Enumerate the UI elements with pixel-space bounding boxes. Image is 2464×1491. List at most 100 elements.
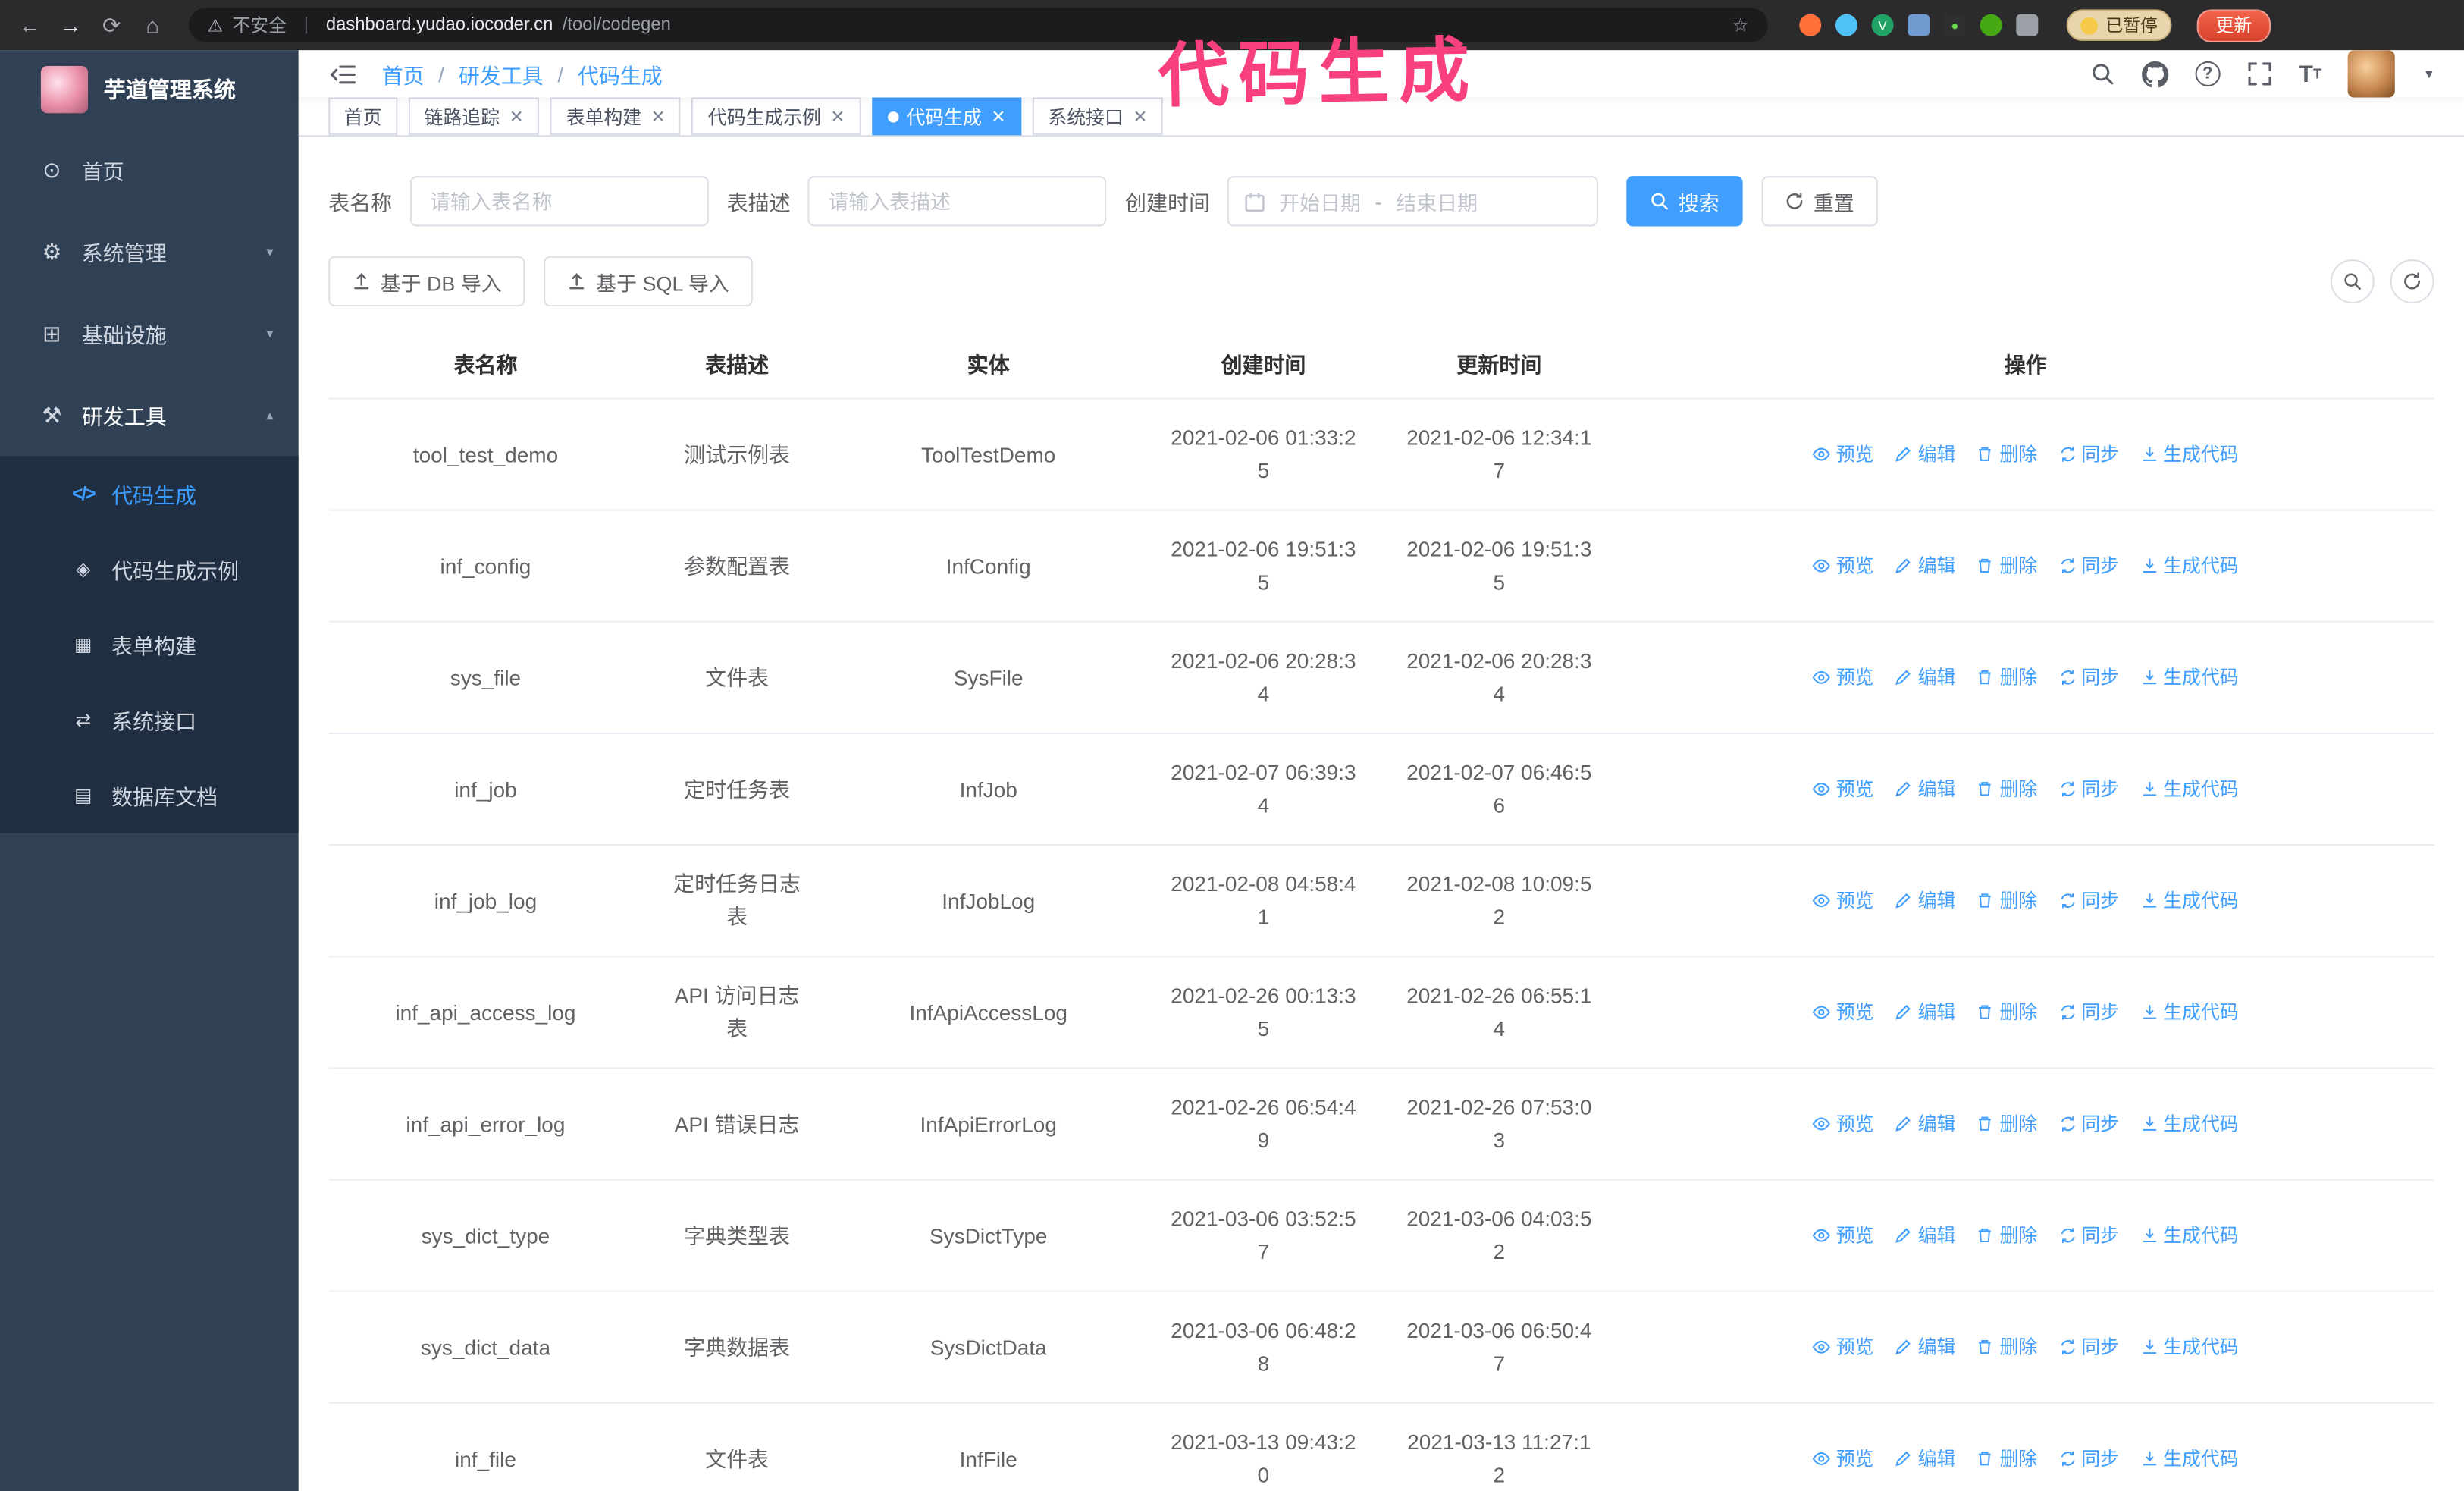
delete-link[interactable]: 删除 (1976, 1107, 2037, 1141)
generate-code-link[interactable]: 生成代码 (2140, 996, 2239, 1029)
reload-icon[interactable]: ⟳ (98, 12, 126, 39)
font-size-icon[interactable]: TT (2299, 61, 2321, 87)
extension-icon-3[interactable]: V (1871, 14, 1894, 36)
extension-icon-1[interactable] (1799, 14, 1822, 36)
sync-link[interactable]: 同步 (2058, 884, 2119, 918)
back-icon[interactable]: ← (16, 13, 44, 38)
tab-form-builder[interactable]: 表单构建 ✕ (550, 97, 682, 136)
preview-link[interactable]: 预览 (1813, 773, 1874, 806)
close-icon[interactable]: ✕ (991, 106, 1005, 127)
extension-icon-6[interactable] (1980, 14, 2002, 36)
edit-link[interactable]: 编辑 (1895, 773, 1955, 806)
delete-link[interactable]: 删除 (1976, 1219, 2037, 1252)
preview-link[interactable]: 预览 (1813, 438, 1874, 471)
search-button[interactable]: 搜索 (1626, 176, 1743, 227)
tab-tracing[interactable]: 链路追踪 ✕ (408, 97, 540, 136)
forward-icon[interactable]: → (57, 13, 85, 38)
sidebar-item-codegen[interactable]: </> 代码生成 (0, 456, 299, 531)
edit-link[interactable]: 编辑 (1895, 549, 1955, 582)
sidebar-item-dev-tools[interactable]: ⚒ 研发工具 ▴ (0, 374, 299, 456)
extension-icon-5[interactable]: ● (1943, 14, 1966, 36)
sync-link[interactable]: 同步 (2058, 661, 2119, 695)
generate-code-link[interactable]: 生成代码 (2140, 661, 2239, 695)
reset-button[interactable]: 重置 (1761, 176, 1878, 227)
sync-link[interactable]: 同步 (2058, 996, 2119, 1029)
preview-link[interactable]: 预览 (1813, 884, 1874, 918)
preview-link[interactable]: 预览 (1813, 1107, 1874, 1141)
close-icon[interactable]: ✕ (830, 106, 845, 127)
edit-link[interactable]: 编辑 (1895, 1107, 1955, 1141)
date-range-picker[interactable]: 开始日期 - 结束日期 (1227, 176, 1598, 227)
delete-link[interactable]: 删除 (1976, 996, 2037, 1029)
extension-icon-4[interactable] (1908, 14, 1930, 36)
sidebar-item-system-management[interactable]: ⚙ 系统管理 ▾ (0, 211, 299, 293)
sidebar-item-system-api[interactable]: ⇄ 系统接口 (0, 683, 299, 758)
sidebar-item-home[interactable]: ⊙ 首页 (0, 129, 299, 211)
delete-link[interactable]: 删除 (1976, 1331, 2037, 1364)
edit-link[interactable]: 编辑 (1895, 1331, 1955, 1364)
delete-link[interactable]: 删除 (1976, 884, 2037, 918)
import-db-button[interactable]: 基于 DB 导入 (328, 256, 525, 307)
delete-link[interactable]: 删除 (1976, 1442, 2037, 1476)
preview-link[interactable]: 预览 (1813, 1219, 1874, 1252)
sync-link[interactable]: 同步 (2058, 773, 2119, 806)
edit-link[interactable]: 编辑 (1895, 884, 1955, 918)
tab-home[interactable]: 首页 (328, 97, 398, 136)
table-desc-input[interactable] (807, 176, 1107, 227)
delete-link[interactable]: 删除 (1976, 549, 2037, 582)
preview-link[interactable]: 预览 (1813, 549, 1874, 582)
edit-link[interactable]: 编辑 (1895, 661, 1955, 695)
tab-system-api[interactable]: 系统接口 ✕ (1032, 97, 1164, 136)
github-icon[interactable] (2141, 60, 2168, 87)
edit-link[interactable]: 编辑 (1895, 1219, 1955, 1252)
preview-link[interactable]: 预览 (1813, 1331, 1874, 1364)
preview-link[interactable]: 预览 (1813, 1442, 1874, 1476)
search-icon[interactable] (2089, 61, 2114, 86)
preview-link[interactable]: 预览 (1813, 996, 1874, 1029)
import-sql-button[interactable]: 基于 SQL 导入 (544, 256, 753, 307)
delete-link[interactable]: 删除 (1976, 438, 2037, 471)
sync-link[interactable]: 同步 (2058, 1331, 2119, 1364)
fullscreen-icon[interactable] (2247, 61, 2272, 86)
generate-code-link[interactable]: 生成代码 (2140, 773, 2239, 806)
generate-code-link[interactable]: 生成代码 (2140, 1442, 2239, 1476)
sidebar-item-db-doc[interactable]: ▤ 数据库文档 (0, 758, 299, 833)
delete-link[interactable]: 删除 (1976, 773, 2037, 806)
delete-link[interactable]: 删除 (1976, 661, 2037, 695)
generate-code-link[interactable]: 生成代码 (2140, 1331, 2239, 1364)
close-icon[interactable]: ✕ (651, 106, 666, 127)
table-name-input[interactable] (409, 176, 708, 227)
sidebar-item-infrastructure[interactable]: ⊞ 基础设施 ▾ (0, 293, 299, 375)
bookmark-star-icon[interactable]: ☆ (1732, 14, 1749, 36)
address-bar[interactable]: ⚠ 不安全 | dashboard.yudao.iocoder.cn/tool/… (188, 8, 1768, 42)
breadcrumb-dev-tools[interactable]: 研发工具 (459, 58, 544, 89)
breadcrumb-home[interactable]: 首页 (382, 58, 425, 89)
avatar-caret-down-icon[interactable]: ▾ (2425, 65, 2432, 83)
sync-link[interactable]: 同步 (2058, 438, 2119, 471)
sidebar-item-codegen-example[interactable]: ◈ 代码生成示例 (0, 532, 299, 607)
edit-link[interactable]: 编辑 (1895, 996, 1955, 1029)
browser-update-button[interactable]: 更新 (2196, 8, 2271, 42)
user-avatar-image[interactable] (2348, 50, 2396, 98)
paused-badge[interactable]: 已暂停 (2066, 9, 2172, 41)
close-icon[interactable]: ✕ (509, 106, 524, 127)
sidebar-item-form-builder[interactable]: ▦ 表单构建 (0, 607, 299, 682)
sync-link[interactable]: 同步 (2058, 1107, 2119, 1141)
fold-sidebar-icon[interactable] (330, 62, 356, 86)
generate-code-link[interactable]: 生成代码 (2140, 1219, 2239, 1252)
extension-icon-7[interactable] (2016, 14, 2039, 36)
help-icon[interactable]: ? (2195, 61, 2221, 86)
close-icon[interactable]: ✕ (1133, 106, 1147, 127)
tab-codegen[interactable]: 代码生成 ✕ (871, 97, 1022, 136)
sync-link[interactable]: 同步 (2058, 1219, 2119, 1252)
edit-link[interactable]: 编辑 (1895, 1442, 1955, 1476)
extension-icon-2[interactable] (1835, 14, 1857, 36)
home-icon[interactable]: ⌂ (138, 13, 166, 38)
generate-code-link[interactable]: 生成代码 (2140, 884, 2239, 918)
generate-code-link[interactable]: 生成代码 (2140, 1107, 2239, 1141)
preview-link[interactable]: 预览 (1813, 661, 1874, 695)
sync-link[interactable]: 同步 (2058, 549, 2119, 582)
refresh-table-button[interactable] (2390, 259, 2434, 304)
generate-code-link[interactable]: 生成代码 (2140, 549, 2239, 582)
tab-codegen-example[interactable]: 代码生成示例 ✕ (691, 97, 861, 136)
